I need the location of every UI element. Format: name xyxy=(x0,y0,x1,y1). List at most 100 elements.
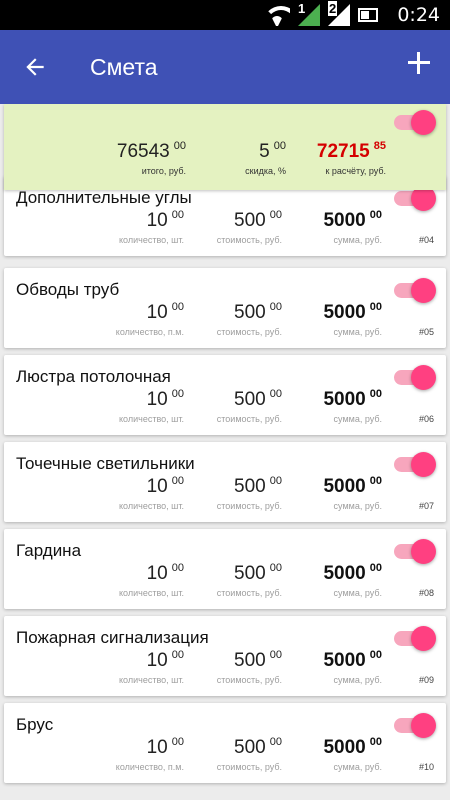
list-item[interactable]: Люстра потолочная 10 00 количество, шт. 500 0… xyxy=(4,355,446,435)
item-quantity[interactable]: 10 00 количество, п.м. xyxy=(116,736,184,772)
quantity-fraction: 00 xyxy=(171,649,184,661)
item-price[interactable]: 500 00 стоимость, руб. xyxy=(217,649,282,685)
price-value: 500 xyxy=(234,476,266,497)
sum-value: 5000 xyxy=(323,737,366,758)
quantity-value: 10 xyxy=(146,210,168,231)
price-label: стоимость, руб. xyxy=(216,235,282,245)
total-label: итого, руб. xyxy=(141,166,186,176)
status-bar: 1 2 0:24 xyxy=(0,0,450,30)
item-quantity[interactable]: 10 00 количество, шт. xyxy=(119,209,184,245)
item-toggle[interactable] xyxy=(394,713,436,738)
quantity-fraction: 00 xyxy=(171,301,184,313)
item-toggle[interactable] xyxy=(394,539,436,564)
wifi-icon xyxy=(264,6,290,26)
sum-label: сумма, руб. xyxy=(333,235,382,245)
price-fraction: 00 xyxy=(269,649,282,661)
sum-fraction: 00 xyxy=(369,649,382,661)
summary-card: 76543 00 итого, руб. 5 00 скидка, % 72715 8… xyxy=(4,104,446,190)
sum-label: сумма, руб. xyxy=(333,675,382,685)
item-toggle[interactable] xyxy=(394,365,436,390)
item-sum: 5000 00 сумма, руб. xyxy=(323,209,382,245)
price-value: 500 xyxy=(234,650,266,671)
price-value: 500 xyxy=(234,737,266,758)
summary-discount[interactable]: 5 00 скидка, % xyxy=(245,140,286,176)
sum-value: 5000 xyxy=(323,302,366,323)
list-item[interactable]: Гардина 10 00 количество, шт. 500 00 стоимость… xyxy=(4,529,446,609)
item-number: #07 xyxy=(418,501,434,511)
quantity-fraction: 00 xyxy=(171,475,184,487)
summary-toggle[interactable] xyxy=(394,110,436,135)
sum-value: 5000 xyxy=(323,476,366,497)
quantity-label: количество, шт. xyxy=(119,235,184,245)
price-value: 500 xyxy=(234,210,266,231)
item-name: Люстра потолочная xyxy=(16,367,171,386)
sum-fraction: 00 xyxy=(369,301,382,313)
app-bar: Смета xyxy=(0,30,450,104)
quantity-value: 10 xyxy=(146,737,168,758)
signal-2-icon: 2 xyxy=(328,1,350,26)
item-name: Дополнительные углы xyxy=(16,188,192,207)
quantity-label: количество, шт. xyxy=(119,501,184,511)
payable-value: 72715 xyxy=(316,141,370,162)
discount-label: скидка, % xyxy=(245,166,286,176)
price-label: стоимость, руб. xyxy=(216,588,282,598)
price-fraction: 00 xyxy=(269,301,282,313)
list-item[interactable]: Точечные светильники 10 00 количество, шт. 5… xyxy=(4,442,446,522)
list-item[interactable]: Обводы труб 10 00 количество, п.м. 500 00 стои… xyxy=(4,268,446,348)
sum-fraction: 00 xyxy=(369,562,382,574)
item-price[interactable]: 500 00 стоимость, руб. xyxy=(217,301,282,337)
quantity-value: 10 xyxy=(146,302,168,323)
list-item[interactable]: Пожарная сигнализация 10 00 количество, шт.… xyxy=(4,616,446,696)
quantity-value: 10 xyxy=(146,563,168,584)
quantity-value: 10 xyxy=(146,389,168,410)
sum-fraction: 00 xyxy=(369,388,382,400)
status-time: 0:24 xyxy=(397,4,440,26)
item-sum: 5000 00 сумма, руб. xyxy=(323,562,382,598)
item-quantity[interactable]: 10 00 количество, шт. xyxy=(119,475,184,511)
item-price[interactable]: 500 00 стоимость, руб. xyxy=(217,475,282,511)
sum-fraction: 00 xyxy=(369,475,382,487)
item-number: #05 xyxy=(418,327,434,337)
item-name: Обводы труб xyxy=(16,280,120,299)
page-title: Смета xyxy=(90,54,158,80)
price-value: 500 xyxy=(234,563,266,584)
item-quantity[interactable]: 10 00 количество, шт. xyxy=(119,388,184,424)
quantity-value: 10 xyxy=(146,476,168,497)
sum-label: сумма, руб. xyxy=(333,762,382,772)
item-number: #08 xyxy=(418,588,434,598)
quantity-label: количество, шт. xyxy=(119,675,184,685)
price-fraction: 00 xyxy=(269,388,282,400)
quantity-fraction: 00 xyxy=(171,736,184,748)
item-toggle[interactable] xyxy=(394,278,436,303)
discount-value: 5 xyxy=(259,141,270,162)
plus-icon[interactable] xyxy=(408,52,430,74)
summary-total: 76543 00 итого, руб. xyxy=(117,140,186,176)
quantity-label: количество, п.м. xyxy=(115,327,184,337)
price-label: стоимость, руб. xyxy=(216,675,282,685)
quantity-fraction: 00 xyxy=(171,388,184,400)
sim2-label: 2 xyxy=(328,1,338,16)
payable-fraction: 85 xyxy=(373,140,386,152)
price-value: 500 xyxy=(234,389,266,410)
sum-value: 5000 xyxy=(323,650,366,671)
item-quantity[interactable]: 10 00 количество, п.м. xyxy=(116,301,184,337)
item-price[interactable]: 500 00 стоимость, руб. xyxy=(217,736,282,772)
item-toggle[interactable] xyxy=(394,452,436,477)
arrow-left-icon[interactable] xyxy=(22,54,48,80)
item-sum: 5000 00 сумма, руб. xyxy=(323,649,382,685)
item-number: #10 xyxy=(418,762,434,772)
quantity-fraction: 00 xyxy=(171,209,184,221)
item-toggle[interactable] xyxy=(394,626,436,651)
list-item[interactable]: Брус 10 00 количество, п.м. 500 00 стоимость, … xyxy=(4,703,446,783)
estimate-list[interactable]: 76543 00 итого, руб. 5 00 скидка, % 72715 8… xyxy=(0,104,450,800)
item-quantity[interactable]: 10 00 количество, шт. xyxy=(119,649,184,685)
item-name: Гардина xyxy=(16,541,82,560)
price-label: стоимость, руб. xyxy=(216,501,282,511)
item-quantity[interactable]: 10 00 количество, шт. xyxy=(119,562,184,598)
item-price[interactable]: 500 00 стоимость, руб. xyxy=(217,388,282,424)
item-price[interactable]: 500 00 стоимость, руб. xyxy=(217,209,282,245)
item-price[interactable]: 500 00 стоимость, руб. xyxy=(217,562,282,598)
price-fraction: 00 xyxy=(269,736,282,748)
sum-fraction: 00 xyxy=(369,736,382,748)
sum-value: 5000 xyxy=(323,563,366,584)
